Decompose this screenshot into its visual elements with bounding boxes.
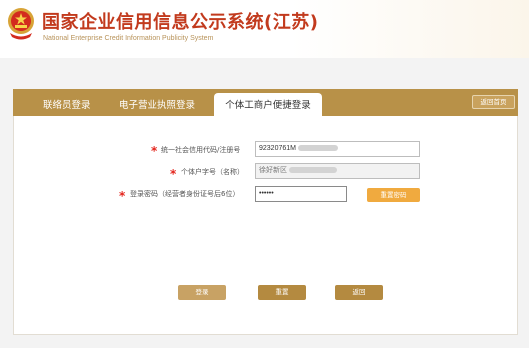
password-label: 登录密码（经营者身份证号后6位） — [130, 190, 240, 198]
credit-code-label: 统一社会信用代码/注册号 — [161, 146, 241, 154]
shop-name-value: 徐好新区 — [259, 167, 287, 174]
back-button[interactable]: 返回 — [335, 285, 383, 300]
required-mark: * — [119, 189, 126, 203]
redacted-text — [289, 167, 337, 174]
shop-name-input[interactable]: 徐好新区 — [255, 163, 420, 179]
tab-e-license-login[interactable]: 电子营业执照登录 — [119, 97, 195, 111]
reset-button[interactable]: 重置 — [258, 285, 306, 300]
credit-code-value: 92320761M — [259, 145, 296, 152]
site-subtitle: National Enterprise Credit Information P… — [43, 35, 214, 42]
credit-code-input[interactable]: 92320761M — [255, 141, 420, 157]
back-home-button[interactable]: 返回首页 — [472, 95, 515, 109]
redacted-text — [297, 145, 338, 152]
tab-contact-login[interactable]: 联络员登录 — [43, 97, 91, 111]
required-mark: * — [170, 167, 177, 181]
site-header: 国家企业信用信息公示系统(江苏) National Enterprise Cre… — [0, 0, 529, 58]
shop-name-label: 个体户字号（名称） — [181, 168, 244, 176]
reset-password-button[interactable]: 重置密码 — [367, 188, 420, 202]
site-title: 国家企业信用信息公示系统(江苏) — [42, 12, 319, 33]
required-mark: * — [151, 144, 158, 158]
login-button[interactable]: 登录 — [178, 285, 226, 300]
tab-individual-business-login[interactable]: 个体工商户便捷登录 — [214, 93, 322, 118]
password-input[interactable]: •••••• — [255, 186, 347, 202]
national-emblem-icon — [8, 8, 34, 40]
